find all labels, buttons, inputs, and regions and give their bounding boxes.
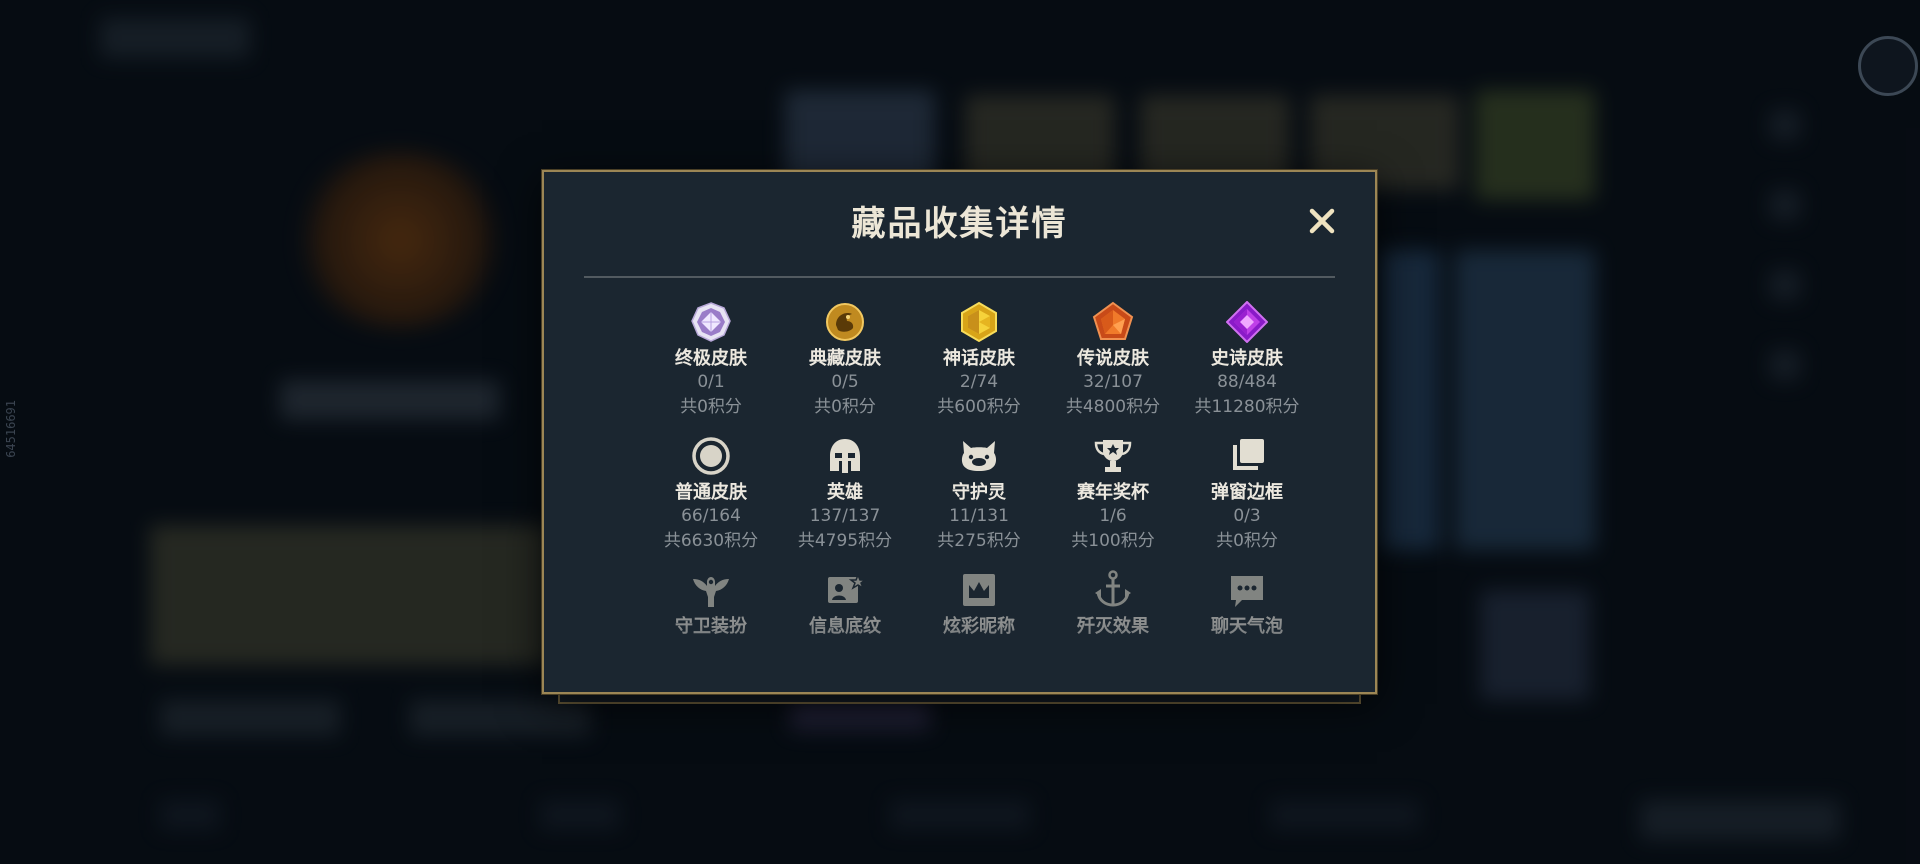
collection-item-champion-helmet[interactable]: 英雄 137/137 共4795积分 (778, 434, 912, 554)
collection-item-ultimate-skin[interactable]: 终极皮肤 0/1 共0积分 (644, 300, 778, 420)
item-points: 共4795积分 (797, 531, 893, 551)
item-name: 神话皮肤 (943, 348, 1015, 369)
item-name: 普通皮肤 (675, 482, 747, 503)
collection-item-ward-skin[interactable]: 守卫装扮 (644, 568, 778, 638)
item-name: 英雄 (827, 482, 863, 503)
item-name: 信息底纹 (809, 616, 881, 637)
item-name: 终极皮肤 (675, 348, 747, 369)
item-count: 66/164 (681, 506, 741, 526)
legendary-skin-icon (1091, 300, 1135, 344)
item-count: 11/131 (949, 506, 1009, 526)
trophy-icon (1091, 434, 1135, 478)
item-points: 共4800积分 (1065, 397, 1161, 417)
item-count: 0/5 (831, 372, 859, 392)
item-name: 歼灭效果 (1077, 616, 1149, 637)
modal-title: 藏品收集详情 (851, 204, 1068, 244)
epic-skin-icon (1225, 300, 1269, 344)
corner-circle-button[interactable] (1858, 36, 1918, 96)
item-name: 守卫装扮 (675, 616, 747, 637)
item-count: 0/3 (1233, 506, 1261, 526)
item-name: 史诗皮肤 (1211, 348, 1283, 369)
side-id-label: 64516691 (4, 400, 18, 458)
item-count: 1/6 (1099, 506, 1127, 526)
close-icon (1309, 208, 1335, 234)
item-points: 共600积分 (937, 397, 1021, 417)
item-count: 32/107 (1083, 372, 1143, 392)
collection-item-legendary-skin[interactable]: 传说皮肤 32/107 共4800积分 (1046, 300, 1180, 420)
chat-bubble-icon (1225, 568, 1269, 612)
item-name: 典藏皮肤 (809, 348, 881, 369)
collection-item-crown-nickname[interactable]: 炫彩昵称 (912, 568, 1046, 638)
collection-item-mythic-skin[interactable]: 神话皮肤 2/74 共600积分 (912, 300, 1046, 420)
standard-skin-icon (689, 434, 733, 478)
collection-item-trophy[interactable]: 赛年奖杯 1/6 共100积分 (1046, 434, 1180, 554)
item-points: 共275积分 (937, 531, 1021, 551)
ultimate-skin-icon (689, 300, 733, 344)
collection-grid: 终极皮肤 0/1 共0积分 典藏皮肤 0/5 共0积分 神话皮肤 2/74 共600积分 传说皮肤… (644, 300, 1314, 638)
ward-skin-icon (689, 568, 733, 612)
item-points: 共0积分 (814, 397, 876, 417)
collection-item-chat-bubble[interactable]: 聊天气泡 (1180, 568, 1314, 638)
item-points: 共100积分 (1071, 531, 1155, 551)
collection-item-prestige-skin[interactable]: 典藏皮肤 0/5 共0积分 (778, 300, 912, 420)
crown-nickname-icon (957, 568, 1001, 612)
collection-details-modal: 藏品收集详情 终极皮肤 0/1 共0积分 典藏皮肤 0/5 共0积分 神话皮肤 2/74 共60… (542, 170, 1377, 694)
close-button[interactable] (1305, 204, 1339, 238)
champion-helmet-icon (823, 434, 867, 478)
item-count: 2/74 (959, 372, 999, 392)
collection-item-standard-skin[interactable]: 普通皮肤 66/164 共6630积分 (644, 434, 778, 554)
modal-bottom-edge (558, 694, 1361, 704)
collection-item-epic-skin[interactable]: 史诗皮肤 88/484 共11280积分 (1180, 300, 1314, 420)
little-legend-icon (957, 434, 1001, 478)
collection-item-anchor[interactable]: 歼灭效果 (1046, 568, 1180, 638)
prestige-skin-icon (823, 300, 867, 344)
banner-card-icon (823, 568, 867, 612)
item-name: 传说皮肤 (1077, 348, 1149, 369)
item-points: 共0积分 (680, 397, 742, 417)
item-name: 聊天气泡 (1211, 616, 1283, 637)
item-count: 137/137 (809, 506, 881, 526)
item-name: 弹窗边框 (1211, 482, 1283, 503)
item-points: 共6630积分 (663, 531, 759, 551)
item-name: 炫彩昵称 (943, 616, 1015, 637)
item-points: 共11280积分 (1194, 397, 1300, 417)
border-frame-icon (1225, 434, 1269, 478)
anchor-icon (1091, 568, 1135, 612)
item-name: 赛年奖杯 (1077, 482, 1149, 503)
item-count: 0/1 (697, 372, 725, 392)
item-points: 共0积分 (1216, 531, 1278, 551)
title-divider (584, 276, 1335, 278)
mythic-skin-icon (957, 300, 1001, 344)
item-count: 88/484 (1217, 372, 1277, 392)
collection-item-border-frame[interactable]: 弹窗边框 0/3 共0积分 (1180, 434, 1314, 554)
item-name: 守护灵 (952, 482, 1006, 503)
collection-item-little-legend[interactable]: 守护灵 11/131 共275积分 (912, 434, 1046, 554)
collection-item-banner-card[interactable]: 信息底纹 (778, 568, 912, 638)
